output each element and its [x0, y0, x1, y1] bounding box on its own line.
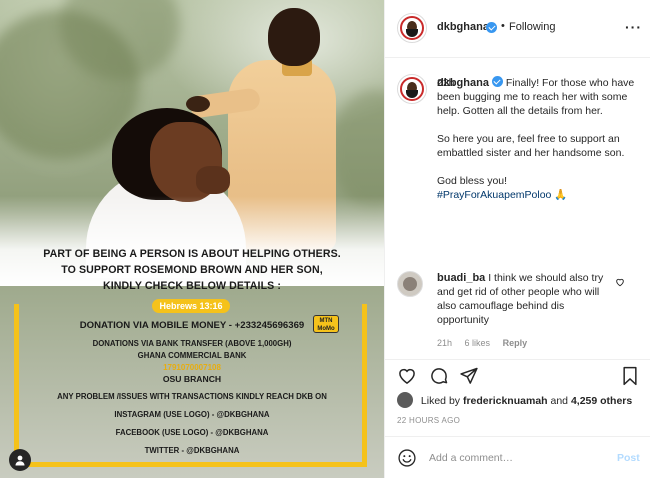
avatar-figure: [403, 277, 417, 291]
post-comment-button[interactable]: Post: [617, 452, 640, 464]
notice-headline-2: TO SUPPORT ROSEMOND BROWN AND HER SON,: [61, 264, 323, 276]
notice-headline-3: KINDLY CHECK BELOW DETAILS :: [103, 280, 281, 292]
yellow-frame-right: [362, 304, 367, 464]
header-separator: •: [501, 20, 505, 32]
likes-prefix: Liked by: [420, 395, 461, 407]
comment-like-heart-icon[interactable]: [615, 277, 625, 287]
caption-text-3: God bless you!: [437, 175, 508, 187]
liker-username[interactable]: fredericknuamah: [463, 395, 548, 407]
mother-hand: [196, 166, 230, 194]
bookmark-save-icon[interactable]: [621, 366, 639, 386]
notice-headline-1: PART OF BEING A PERSON IS ABOUT HELPING …: [43, 248, 341, 260]
user-tag-button[interactable]: [9, 449, 31, 471]
liker-avatar[interactable]: [397, 392, 413, 408]
hashtag-link[interactable]: #PrayForAkuapemPoloo: [437, 189, 551, 201]
comment-likes[interactable]: 6 likes: [465, 338, 491, 348]
instagram-line: INSTAGRAM (USE LOGO) - @DKBGHANA: [114, 410, 270, 419]
comment: buadi_ba I think we should also try and …: [437, 271, 617, 327]
post-timestamp[interactable]: 22 HOURS AGO: [397, 416, 460, 425]
emoji-smile-icon[interactable]: [397, 448, 417, 468]
post-image[interactable]: PART OF BEING A PERSON IS ABOUT HELPING …: [0, 0, 384, 478]
child-head: [268, 8, 320, 66]
caption-avatar[interactable]: [397, 74, 427, 104]
child-hand: [186, 96, 210, 112]
likes-summary: Liked by fredericknuamah and 4,259 other…: [397, 392, 632, 410]
comment-time[interactable]: 21h: [437, 338, 452, 348]
pray-emoji: 🙏: [554, 189, 568, 201]
caption-text-2: So here you are, feel free to support an…: [437, 133, 625, 159]
comment-username[interactable]: buadi_ba: [437, 272, 485, 284]
branch-line: OSU BRANCH: [162, 374, 222, 384]
post-header: dkbghana • Following ···: [385, 0, 650, 58]
add-comment-input[interactable]: [429, 448, 599, 468]
comment-bubble-icon[interactable]: [429, 366, 449, 386]
yellow-frame-bottom: [14, 462, 367, 467]
header-username[interactable]: dkbghana: [437, 21, 489, 33]
post-sidebar: dkbghana • Following ··· dkbghana Finall…: [384, 0, 650, 478]
share-send-icon[interactable]: [459, 366, 479, 386]
caption-time[interactable]: 22h: [437, 76, 637, 90]
comment-meta: 21h 6 likes Reply: [437, 338, 537, 348]
bank-transfer-line: DONATIONS VIA BANK TRANSFER (ABOVE 1,000…: [92, 339, 292, 348]
comments-section: dkbghana Finally! For those who have bee…: [385, 59, 650, 359]
problems-line: ANY PROBLEM /ISSUES WITH TRANSACTIONS KI…: [57, 392, 327, 401]
user-tag-icon: [15, 455, 25, 466]
following-button[interactable]: Following: [509, 21, 555, 33]
facebook-line: FACEBOOK (USE LOGO) - @DKBGHANA: [115, 428, 269, 437]
like-heart-icon[interactable]: [397, 366, 417, 386]
yellow-frame-left: [14, 304, 19, 464]
likes-others-count[interactable]: 4,259 others: [571, 395, 632, 407]
verified-badge-icon: [486, 22, 497, 33]
twitter-line: TWITTER - @DKBGHANA: [144, 446, 240, 455]
caption: dkbghana Finally! For those who have bee…: [437, 76, 637, 202]
more-options-icon[interactable]: ···: [625, 20, 642, 34]
momo-logo: MTN MoMo: [313, 315, 339, 333]
donation-notice: PART OF BEING A PERSON IS ABOUT HELPING …: [0, 240, 384, 478]
action-bar: [385, 359, 650, 391]
bank-name-line: GHANA COMMERCIAL BANK: [137, 351, 247, 360]
likes-and: and: [550, 395, 569, 407]
comment-avatar[interactable]: [397, 271, 423, 297]
add-comment-bar: Post: [385, 436, 650, 478]
reply-button[interactable]: Reply: [503, 338, 528, 348]
scripture-pill: Hebrews 13:16: [152, 299, 230, 313]
avatar[interactable]: [397, 13, 427, 43]
